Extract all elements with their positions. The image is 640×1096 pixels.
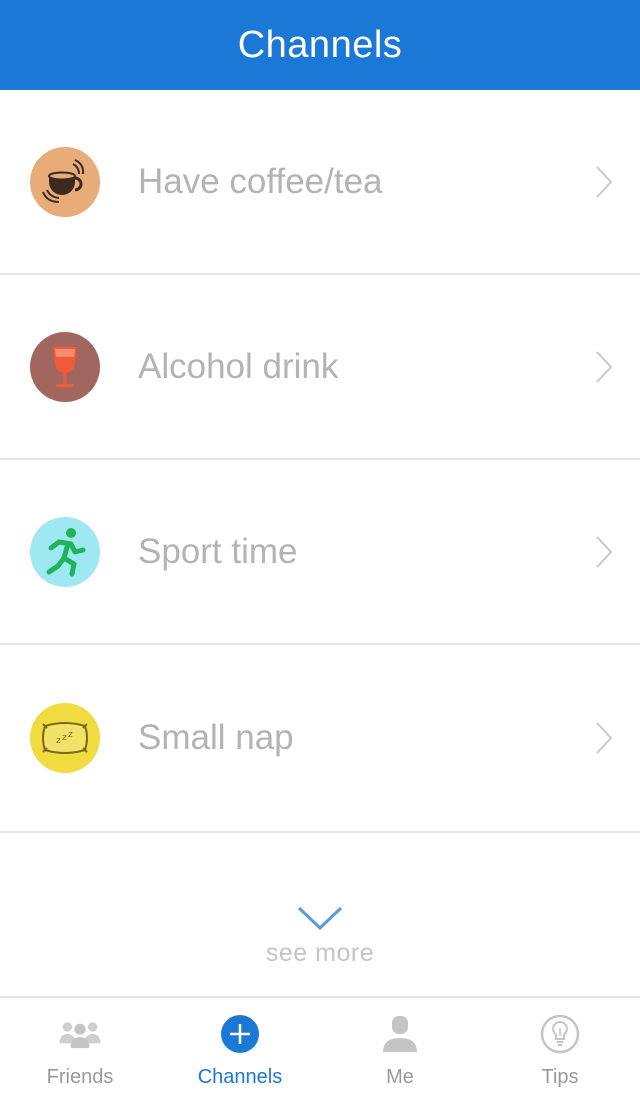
friends-icon (58, 1014, 102, 1054)
channel-label: Alcohol drink (138, 346, 339, 386)
page-title: Channels (237, 23, 403, 66)
channel-label: Small nap (138, 718, 294, 757)
lightbulb-icon (538, 1014, 582, 1054)
channel-row-sport[interactable]: Sport time (0, 460, 640, 645)
person-icon (378, 1014, 422, 1054)
channel-row-alcohol[interactable]: Alcohol drink (0, 275, 640, 460)
see-more-label: see more (265, 939, 375, 967)
chevron-right-icon (596, 165, 613, 198)
svg-text:z: z (62, 733, 67, 743)
chevron-right-icon (596, 350, 613, 383)
chevron-right-icon (596, 722, 613, 754)
channel-label: Have coffee/tea (138, 161, 383, 201)
tab-me[interactable]: Me (320, 998, 480, 1096)
app-header: Channels (0, 0, 640, 90)
tab-friends[interactable]: Friends (0, 998, 160, 1096)
channel-list: Have coffee/tea Alcohol drink Sport time… (0, 90, 640, 833)
tab-label: Friends (46, 1066, 114, 1088)
pillow-icon: z z z (30, 703, 100, 773)
tab-label: Me (386, 1066, 414, 1088)
wine-glass-icon (30, 331, 100, 402)
tab-label: Tips (541, 1066, 579, 1088)
channel-label: Sport time (138, 531, 298, 571)
running-person-icon (30, 516, 100, 587)
tab-label: Channels (197, 1066, 283, 1088)
channel-row-nap[interactable]: z z z Small nap (0, 645, 640, 833)
bottom-tab-bar: Friends Channels Me Tips (0, 996, 640, 1096)
channel-row-coffee[interactable]: Have coffee/tea (0, 90, 640, 275)
see-more-button[interactable]: see more (0, 905, 640, 995)
chevron-right-icon (596, 535, 613, 568)
svg-text:z: z (56, 736, 61, 746)
chevron-down-icon (297, 906, 343, 931)
plus-circle-icon (218, 1014, 262, 1054)
tab-channels[interactable]: Channels (160, 998, 320, 1096)
tab-tips[interactable]: Tips (480, 998, 640, 1096)
svg-text:z: z (68, 730, 73, 740)
coffee-cup-icon (30, 146, 100, 217)
